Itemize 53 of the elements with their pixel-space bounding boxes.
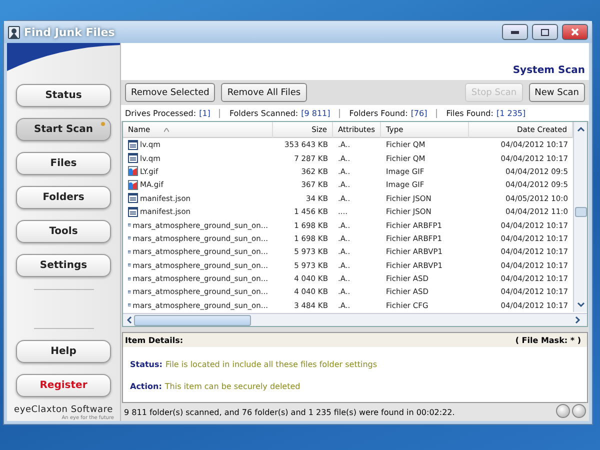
close-icon [571,28,579,36]
detail-text: This item can be securely deleted [164,382,300,391]
sidebar-item[interactable]: Settings [16,254,111,277]
indicator-icon [572,404,586,418]
toolbar-button[interactable]: New Scan [528,83,585,102]
detail-label: Status: [130,360,162,369]
active-dot-icon [101,122,105,126]
maximize-button[interactable] [532,24,558,40]
detail-label: Action: [130,382,162,391]
toolbar-button[interactable]: Remove All Files [221,83,307,102]
file-icon [128,193,138,204]
file-mask: ( File Mask: * ) [515,336,581,344]
scroll-right-icon [575,316,581,324]
register-button[interactable]: Register [16,374,111,397]
stat-value: [76] [410,108,428,118]
image-file-icon [128,180,138,190]
file-icon [128,153,138,164]
detail-text: File is located in include all these files folder settings [165,360,378,369]
scroll-up-icon [576,126,584,132]
vertical-scrollbar[interactable] [573,122,587,312]
sidebar-item[interactable]: Start Scan [16,118,111,141]
window-title: Find Junk Files [24,26,116,38]
section-title: System Scan [512,65,585,76]
brand-name: eyeClaxton Software [14,405,113,415]
maximize-icon [541,28,549,36]
close-button[interactable] [562,24,588,40]
scroll-down-icon [576,302,584,308]
toolbar-button[interactable]: Remove Selected [125,83,216,102]
status-text: 9 811 folder(s) scanned, and 76 folder(s) and 1 235 file(s) were found in 00:02:22. [124,408,455,416]
app-icon [8,26,20,38]
stat-label: Files Found: [446,108,494,118]
sidebar-item[interactable]: Tools [16,220,111,243]
sidebar-item[interactable]: Files [16,152,111,175]
stat-label: Drives Processed: [125,108,196,118]
file-icon [128,206,138,217]
stat-value: [1 235] [496,108,526,118]
stat-label: Folders Scanned: [229,108,298,118]
stat-value: [9 811] [301,108,330,118]
sidebar-item[interactable]: Status [16,84,111,107]
stat-value: [1] [199,108,210,118]
minimize-button[interactable] [502,24,528,40]
indicator-icon [556,404,570,418]
horizontal-scrollbar[interactable] [123,313,587,326]
image-file-icon [128,166,138,176]
file-icon [128,140,138,150]
help-button[interactable]: Help [16,340,111,363]
minimize-icon [511,30,519,34]
scrollbar-thumb[interactable] [574,207,586,217]
scroll-left-icon [126,316,132,324]
sidebar-item[interactable]: Folders [16,186,111,209]
scrollbar-thumb[interactable] [134,314,251,326]
details-title: Item Details: [125,336,184,344]
stat-label: Folders Found: [349,108,408,118]
